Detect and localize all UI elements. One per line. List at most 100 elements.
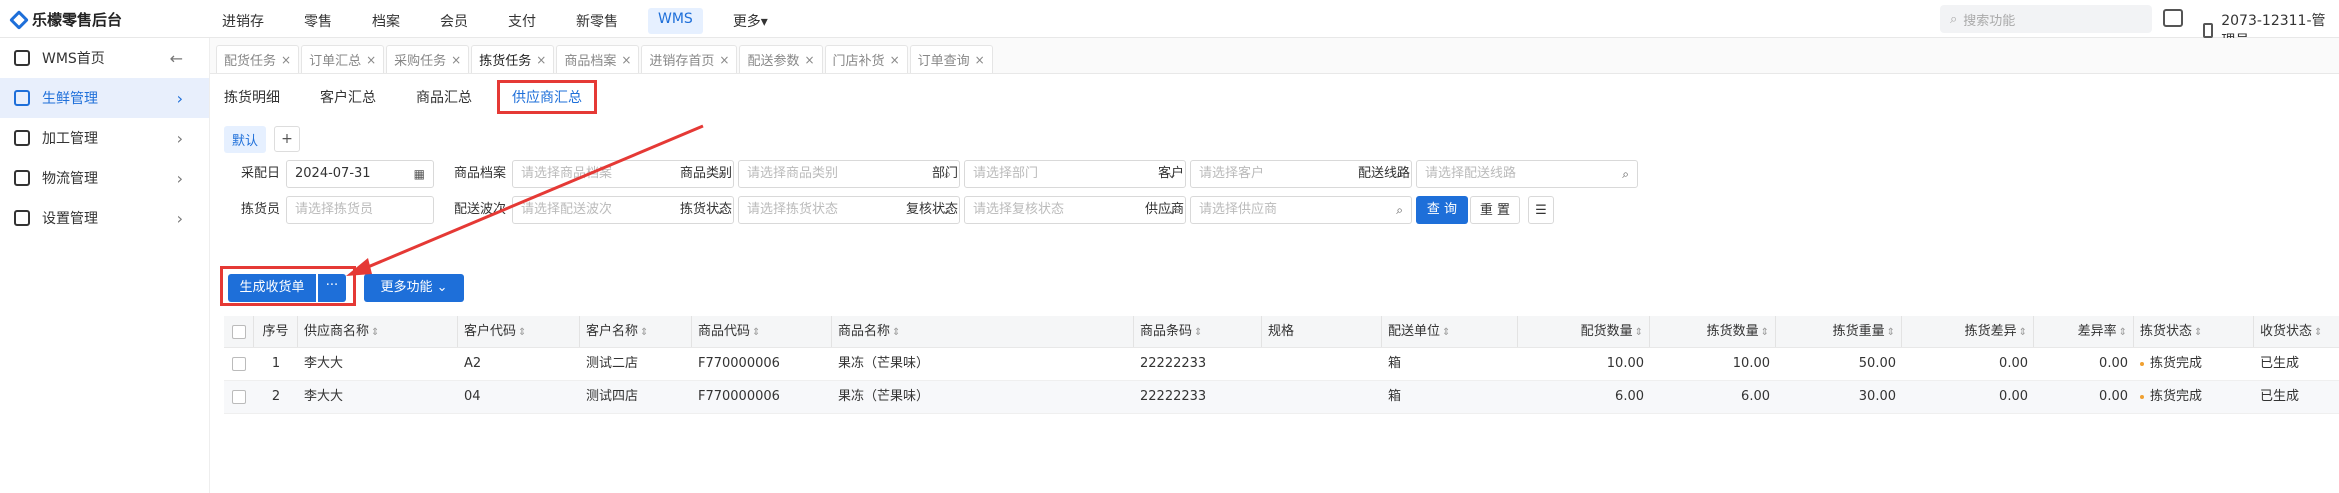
- chevron-icon: ›: [176, 208, 183, 228]
- printer-icon[interactable]: [2163, 9, 2183, 27]
- query-button[interactable]: 查 询: [1416, 196, 1468, 224]
- sort-icon[interactable]: ⇕: [2019, 327, 2027, 338]
- column-header[interactable]: 客户名称 ⇕: [580, 316, 692, 347]
- column-header[interactable]: 拣货重量 ⇕: [1776, 316, 1902, 347]
- sort-icon[interactable]: ⇕: [752, 327, 760, 338]
- sort-icon[interactable]: ⇕: [1442, 327, 1450, 338]
- sidebar-item-3[interactable]: 物流管理 ›: [0, 158, 209, 198]
- table-cell: 果冻（芒果味）: [832, 381, 1134, 413]
- generate-receipt-button[interactable]: 生成收货单: [228, 274, 316, 302]
- reset-button[interactable]: 重 置: [1470, 196, 1520, 224]
- tab-6[interactable]: 配送参数 ×: [739, 45, 823, 73]
- tab-8[interactable]: 订单查询 ×: [909, 45, 993, 73]
- nav-item-5[interactable]: 新零售: [566, 8, 628, 34]
- tab-label: 配送参数: [747, 54, 800, 69]
- column-header[interactable]: 配送单位 ⇕: [1382, 316, 1518, 347]
- nav-item-2[interactable]: 档案: [362, 8, 410, 34]
- tab-5[interactable]: 进销存首页 ×: [641, 45, 738, 73]
- sort-icon[interactable]: ⇕: [518, 327, 526, 338]
- close-icon[interactable]: ×: [890, 53, 900, 67]
- tab-2[interactable]: 采购任务 ×: [386, 45, 470, 73]
- select-all-checkbox[interactable]: [224, 316, 254, 347]
- nav-item-1[interactable]: 零售: [294, 8, 342, 34]
- cell-value: 箱: [1388, 356, 1402, 371]
- sort-icon[interactable]: ⇕: [1761, 327, 1769, 338]
- row-checkbox[interactable]: [224, 348, 254, 380]
- tab-3[interactable]: 拣货任务 ×: [471, 45, 555, 73]
- more-functions-button[interactable]: 更多功能 ⌄: [364, 274, 464, 302]
- close-icon[interactable]: ×: [366, 53, 376, 67]
- close-icon[interactable]: ×: [621, 53, 631, 67]
- tab-0[interactable]: 配货任务 ×: [216, 45, 300, 73]
- nav-item-7[interactable]: 更多▾: [723, 8, 778, 34]
- sort-icon[interactable]: ⇕: [371, 327, 379, 338]
- column-header[interactable]: 商品名称 ⇕: [832, 316, 1134, 347]
- sidebar-item-label: 加工管理: [42, 131, 98, 147]
- sort-icon[interactable]: ⇕: [892, 327, 900, 338]
- filter-value: 请选择商品档案: [521, 166, 613, 181]
- tab-7[interactable]: 门店补货 ×: [824, 45, 908, 73]
- tab-1[interactable]: 订单汇总 ×: [301, 45, 385, 73]
- filter-input[interactable]: 请选择拣货员: [286, 196, 434, 224]
- column-header[interactable]: 商品代码 ⇕: [692, 316, 832, 347]
- search-input[interactable]: 搜索功能: [1963, 10, 2015, 29]
- filter-input[interactable]: 2024-07-31 ▦: [286, 160, 434, 188]
- column-title: 拣货状态: [2140, 324, 2193, 339]
- sidebar-item-4[interactable]: 设置管理 ›: [0, 198, 209, 238]
- close-icon[interactable]: ×: [804, 53, 814, 67]
- column-header[interactable]: 配货数量 ⇕: [1518, 316, 1650, 347]
- close-icon[interactable]: ×: [451, 53, 461, 67]
- subtab-2[interactable]: 商品汇总: [416, 87, 472, 107]
- column-header[interactable]: 客户代码 ⇕: [458, 316, 580, 347]
- sort-icon[interactable]: ⇕: [2119, 327, 2127, 338]
- table-row[interactable]: 2 李大大 04 测试四店 F770000006 果冻（芒果味） 22222233 箱 6.00…: [224, 381, 2339, 414]
- nav-item-3[interactable]: 会员: [430, 8, 478, 34]
- column-header[interactable]: 拣货数量 ⇕: [1650, 316, 1776, 347]
- subtab-0[interactable]: 拣货明细: [224, 87, 280, 107]
- column-title: 配送单位: [1388, 324, 1441, 339]
- column-header[interactable]: 供应商名称 ⇕: [298, 316, 458, 347]
- sidebar-item-2[interactable]: 加工管理 ›: [0, 118, 209, 158]
- subtab-1[interactable]: 客户汇总: [320, 87, 376, 107]
- filter-value: 2024-07-31: [295, 166, 371, 181]
- view-default[interactable]: 默认: [224, 126, 267, 153]
- sort-icon[interactable]: ⇕: [2194, 327, 2202, 338]
- close-icon[interactable]: ×: [536, 53, 546, 67]
- close-icon[interactable]: ×: [719, 53, 729, 67]
- column-header[interactable]: 拣货状态 ⇕: [2134, 316, 2254, 347]
- sort-icon[interactable]: ⇕: [1194, 327, 1202, 338]
- search-box[interactable]: ⌕ 搜索功能: [1940, 5, 2152, 33]
- column-settings-button[interactable]: ☰: [1528, 196, 1554, 224]
- table-row[interactable]: 1 李大大 A2 测试二店 F770000006 果冻（芒果味） 22222233 箱 10.0…: [224, 348, 2339, 381]
- nav-item-4[interactable]: 支付: [498, 8, 546, 34]
- filter-input[interactable]: 请选择配送线路 ⌕: [1416, 160, 1638, 188]
- sidebar-item-0[interactable]: WMS首页 ←: [0, 38, 209, 78]
- column-header[interactable]: 商品条码 ⇕: [1134, 316, 1262, 347]
- filter-input[interactable]: 请选择供应商 ⌕: [1190, 196, 1412, 224]
- sort-icon[interactable]: ⇕: [1635, 327, 1643, 338]
- table-header: 序号 供应商名称 ⇕ 客户代码 ⇕ 客户名称 ⇕ 商品代码 ⇕ 商品名称 ⇕ 商品条码 ⇕ 规格 配送单位 ⇕…: [224, 316, 2339, 348]
- add-view-button[interactable]: +: [274, 126, 301, 152]
- sidebar-item-1[interactable]: 生鲜管理 ›: [0, 78, 209, 118]
- sort-icon[interactable]: ⇕: [1887, 327, 1895, 338]
- row-checkbox[interactable]: [224, 381, 254, 413]
- subtab-3[interactable]: 供应商汇总: [497, 80, 597, 114]
- nav-item-0[interactable]: 进销存: [212, 8, 274, 34]
- column-header[interactable]: 差异率 ⇕: [2034, 316, 2134, 347]
- table-cell: 22222233: [1134, 348, 1262, 380]
- column-header[interactable]: 收货状态 ⇕: [2254, 316, 2339, 347]
- column-header[interactable]: 拣货差异 ⇕: [1902, 316, 2034, 347]
- close-icon[interactable]: ×: [975, 53, 985, 67]
- tab-label: 商品档案: [564, 54, 617, 69]
- tab-4[interactable]: 商品档案 ×: [556, 45, 640, 73]
- filter-value: 请选择复核状态: [973, 202, 1065, 217]
- chevron-icon: ←: [169, 48, 183, 68]
- app-logo[interactable]: 乐檬零售后台: [9, 9, 122, 30]
- sort-icon[interactable]: ⇕: [640, 327, 648, 338]
- table-cell: 已生成: [2254, 348, 2339, 380]
- nav-item-6[interactable]: WMS: [648, 8, 703, 34]
- more-options-button[interactable]: ···: [318, 274, 346, 302]
- filter-label: 采配日: [240, 166, 280, 181]
- sort-icon[interactable]: ⇕: [2314, 327, 2322, 338]
- close-icon[interactable]: ×: [281, 53, 291, 67]
